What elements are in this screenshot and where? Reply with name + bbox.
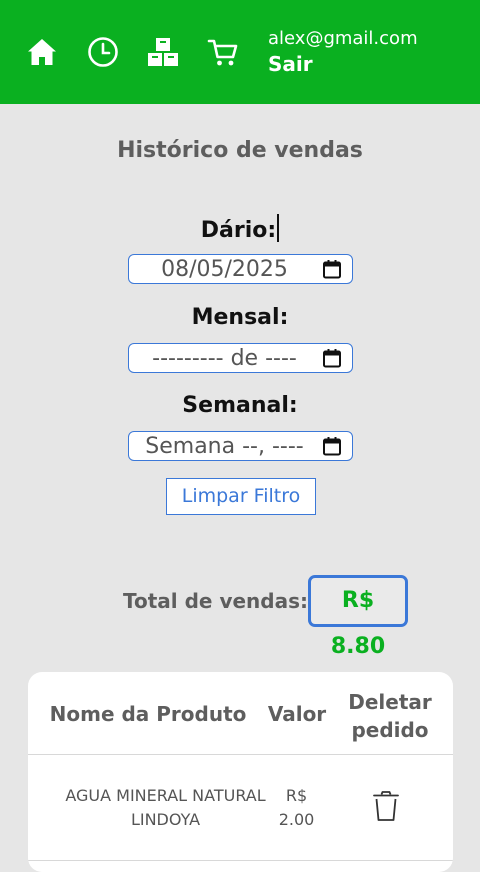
home-icon[interactable] [26,36,58,68]
calendar-icon[interactable] [322,348,342,368]
top-navbar: alex@gmail.com Sair [0,0,480,104]
user-email: alex@gmail.com [268,28,418,49]
weekly-date-value: Semana --, ---- [145,434,304,459]
daily-date-input[interactable]: 08/05/2025 [128,254,353,284]
cart-icon[interactable] [207,36,239,68]
monthly-date-input[interactable]: --------- de ---- [128,343,353,373]
column-header-value: Valor [267,702,327,726]
column-header-product-name: Nome da Produto [49,702,247,726]
boxes-icon[interactable] [147,36,179,68]
weekly-filter-label: Semanal: [182,393,298,418]
clock-icon[interactable] [87,36,119,68]
text-caret [277,214,280,242]
daily-date-value: 08/05/2025 [161,257,288,282]
column-header-delete: Deletar pedido [348,690,432,742]
weekly-date-input[interactable]: Semana --, ---- [128,431,353,461]
calendar-icon[interactable] [322,436,342,456]
calendar-icon[interactable] [322,259,342,279]
row-divider [28,860,453,861]
clear-filter-button[interactable]: Limpar Filtro [166,478,316,515]
total-sales-label: Total de vendas: [123,589,308,613]
monthly-date-value: --------- de ---- [152,346,297,371]
table-row-product-name: AGUA MINERAL NATURAL LINDOYA [65,786,266,829]
logout-link[interactable]: Sair [268,52,313,76]
table-row-value: R$ 2.00 [278,786,315,829]
header-divider [28,754,453,755]
total-sales-value: R$ 8.80 [308,575,408,659]
sales-table: Nome da Produto Valor Deletar pedido AGU… [28,672,453,872]
trash-icon[interactable] [368,788,404,824]
page-title: Histórico de vendas [117,138,363,163]
monthly-filter-label: Mensal: [191,305,289,330]
daily-filter-label: Dário: [0,214,480,243]
daily-filter-label-text: Dário: [200,218,277,243]
